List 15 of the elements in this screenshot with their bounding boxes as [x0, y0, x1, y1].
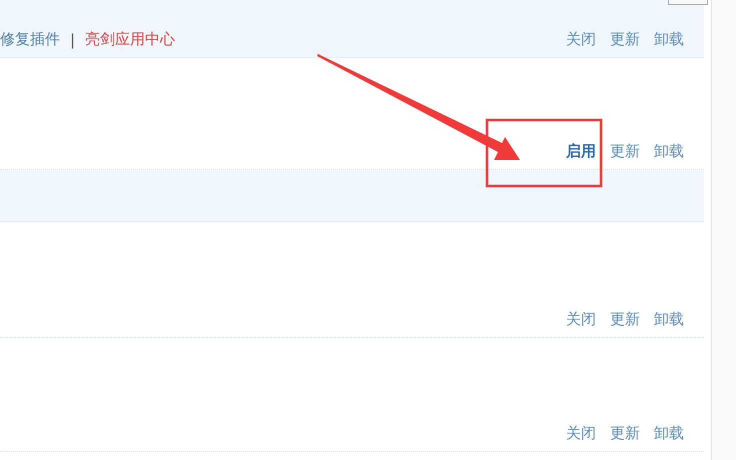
action-link[interactable]: 卸载 — [654, 310, 684, 329]
action-link[interactable]: 卸载 — [654, 142, 684, 161]
action-link[interactable]: 更新 — [610, 424, 640, 443]
action-link[interactable]: 启用 — [566, 142, 596, 161]
action-link[interactable]: 卸载 — [654, 30, 684, 49]
link[interactable]: 亮剑应用中心 — [85, 30, 176, 49]
action-link[interactable]: 更新 — [610, 142, 640, 161]
action-link[interactable]: 更新 — [610, 310, 640, 329]
divider-text: | — [70, 30, 76, 48]
action-link[interactable]: 关闭 — [566, 30, 596, 49]
action-link[interactable]: 关闭 — [566, 310, 596, 329]
action-link[interactable]: 更新 — [610, 30, 640, 49]
action-link[interactable]: 卸载 — [654, 424, 684, 443]
link[interactable]: 修复插件 — [0, 30, 60, 49]
action-link[interactable]: 关闭 — [566, 424, 596, 443]
